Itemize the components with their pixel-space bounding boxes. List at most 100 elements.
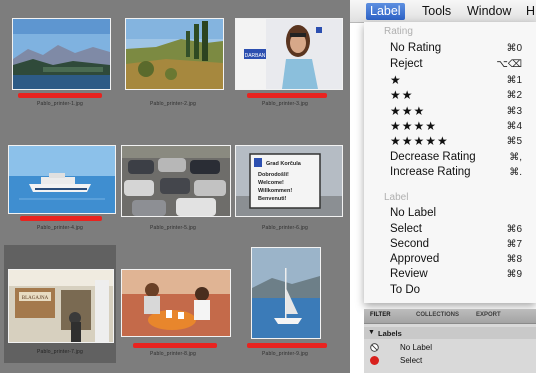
- menu-item-label: To Do: [390, 284, 421, 296]
- menu-item-4-stars[interactable]: ★★★★ ⌘4: [390, 119, 530, 134]
- menu-item-label: Select: [390, 223, 422, 235]
- thumbnail-cell[interactable]: Pablo_printer-5.jpg: [117, 130, 231, 244]
- filter-panel: FILTER COLLECTIONS EXPORT ▼ Labels No La…: [364, 309, 536, 373]
- red-label-bar: [20, 216, 102, 221]
- sign-line: Benvenuti!: [258, 196, 287, 202]
- thumbnail-cell[interactable]: Pablo_printer-4.jpg: [4, 130, 116, 244]
- menu-item-label: Increase Rating: [390, 166, 471, 178]
- menu-tools[interactable]: Tools: [418, 3, 455, 20]
- sign-line: Willkommen!: [258, 188, 292, 194]
- stars: ★★★★★: [390, 134, 449, 148]
- red-label-bar: [247, 343, 327, 348]
- thumbnail-filename: Pablo_printer-7.jpg: [36, 349, 84, 355]
- menu-item-label: Approved: [390, 253, 440, 265]
- red-label-bar: [18, 93, 102, 98]
- photo-woman-with-sign[interactable]: DARBAN: [235, 18, 343, 90]
- thumbnail-filename: Pablo_printer-5.jpg: [149, 225, 197, 231]
- menu-item-1-star[interactable]: ★ ⌘1: [390, 73, 530, 88]
- shortcut: ⌘3: [506, 106, 522, 117]
- rating-section-header: Rating: [384, 26, 413, 37]
- tab-filter[interactable]: FILTER: [370, 312, 391, 318]
- shortcut: ⌥⌫: [496, 59, 522, 70]
- sign-line: Grad Korčula: [266, 161, 302, 167]
- labels-section-header[interactable]: ▼ Labels: [364, 327, 536, 339]
- photo-welcome-sign[interactable]: Grad Korčula Dobrodošli! Welcome! Willko…: [235, 145, 343, 217]
- shortcut: ⌘9: [506, 269, 522, 280]
- shortcut: ⌘0: [506, 43, 522, 54]
- photo-parking-lot[interactable]: [121, 145, 231, 217]
- shortcut: ⌘5: [506, 136, 522, 147]
- menu-item-label: Review: [390, 268, 428, 280]
- shortcut: ⌘.: [509, 167, 522, 178]
- thumbnail-filename: Pablo_printer-8.jpg: [149, 351, 197, 357]
- menu-window[interactable]: Window: [463, 3, 515, 20]
- disclosure-triangle-icon[interactable]: ▼: [368, 329, 375, 336]
- thumbnail-cell-selected[interactable]: BLAGAJNA Pablo_printer-7.jpg: [4, 245, 116, 363]
- thumbnail-cell[interactable]: DARBAN Pablo_printer-3.jpg: [229, 8, 343, 122]
- stars: ★★★: [390, 104, 426, 118]
- menu-item-decrease-rating[interactable]: Decrease Rating ⌘,: [390, 150, 530, 165]
- no-label-icon: [370, 343, 379, 352]
- thumbnail-cell[interactable]: Pablo_printer-8.jpg: [117, 245, 231, 359]
- photo-sailboat[interactable]: [251, 247, 321, 339]
- shortcut: ⌘4: [506, 121, 522, 132]
- photo-cafe-storefront[interactable]: BLAGAJNA: [8, 269, 114, 343]
- menu-item-3-stars[interactable]: ★★★ ⌘3: [390, 104, 530, 119]
- menu-item-to-do[interactable]: To Do: [390, 283, 530, 298]
- thumbnail-filename: Pablo_printer-3.jpg: [261, 101, 309, 107]
- menu-item-no-label[interactable]: No Label: [390, 206, 530, 221]
- photo-people-at-table[interactable]: [121, 269, 231, 337]
- sign-text: BLAGAJNA: [22, 296, 49, 301]
- shortcut: ⌘,: [509, 152, 522, 163]
- menu-label[interactable]: Label: [366, 3, 405, 20]
- stars: ★★: [390, 88, 414, 102]
- label-menu-dropdown: Rating No Rating ⌘0 Reject ⌥⌫ ★ ⌘1 ★★ ⌘2…: [364, 22, 536, 303]
- filter-row-no-label[interactable]: No Label: [364, 342, 536, 354]
- menu-item-label: No Rating: [390, 42, 442, 54]
- menu-item-select[interactable]: Select ⌘6: [390, 222, 530, 237]
- thumbnail-cell[interactable]: Pablo_printer-9.jpg: [229, 245, 341, 359]
- photo-coastal-mountains[interactable]: [12, 18, 111, 90]
- thumbnail-cell[interactable]: Pablo_printer-2.jpg: [117, 8, 229, 122]
- menu-item-review[interactable]: Review ⌘9: [390, 267, 530, 282]
- tab-export[interactable]: EXPORT: [476, 312, 501, 318]
- thumbnail-cell[interactable]: Grad Korčula Dobrodošli! Welcome! Willko…: [229, 130, 343, 244]
- menu-help[interactable]: H: [522, 3, 536, 20]
- stars: ★: [390, 73, 402, 87]
- shortcut: ⌘2: [506, 90, 522, 101]
- sign-line: Welcome!: [258, 180, 284, 186]
- tab-collections[interactable]: COLLECTIONS: [416, 312, 459, 318]
- menu-item-label: No Label: [390, 207, 437, 219]
- menu-item-increase-rating[interactable]: Increase Rating ⌘.: [390, 165, 530, 180]
- thumbnail-filename: Pablo_printer-1.jpg: [36, 101, 84, 107]
- photo-grid: Pablo_printer-1.jpg Pablo_printer-2.jpg: [0, 0, 350, 373]
- red-dot-icon: [370, 356, 379, 365]
- sign-text: DARBAN: [245, 53, 266, 59]
- filter-tab-bar: FILTER COLLECTIONS EXPORT: [364, 309, 536, 324]
- label-section-header: Label: [384, 192, 409, 203]
- photo-hillside-cypress[interactable]: [125, 18, 224, 90]
- labels-section-title: Labels: [378, 329, 402, 338]
- filter-row-label: No Label: [400, 343, 433, 352]
- thumbnail-cell[interactable]: Pablo_printer-1.jpg: [4, 8, 116, 122]
- red-label-bar: [133, 343, 217, 348]
- menu-item-5-stars[interactable]: ★★★★★ ⌘5: [390, 134, 530, 149]
- menu-item-reject[interactable]: Reject ⌥⌫: [390, 57, 530, 72]
- thumbnail-filename: Pablo_printer-4.jpg: [36, 225, 84, 231]
- menu-item-approved[interactable]: Approved ⌘8: [390, 252, 530, 267]
- photo-ferry-boat[interactable]: [8, 145, 116, 214]
- thumbnail-filename: Pablo_printer-6.jpg: [261, 225, 309, 231]
- shortcut: ⌘8: [506, 254, 522, 265]
- menu-item-no-rating[interactable]: No Rating ⌘0: [390, 41, 530, 56]
- menu-item-label: Reject: [390, 58, 423, 70]
- menu-item-label: Decrease Rating: [390, 151, 476, 163]
- filter-row-label: Select: [400, 356, 423, 365]
- shortcut: ⌘1: [506, 75, 522, 86]
- menu-item-second[interactable]: Second ⌘7: [390, 237, 530, 252]
- menu-item-label: Second: [390, 238, 430, 250]
- shortcut: ⌘6: [506, 224, 522, 235]
- menu-item-2-stars[interactable]: ★★ ⌘2: [390, 88, 530, 103]
- sign-line: Dobrodošli!: [258, 172, 289, 178]
- filter-row-select[interactable]: Select: [364, 355, 536, 367]
- red-label-bar: [247, 93, 327, 98]
